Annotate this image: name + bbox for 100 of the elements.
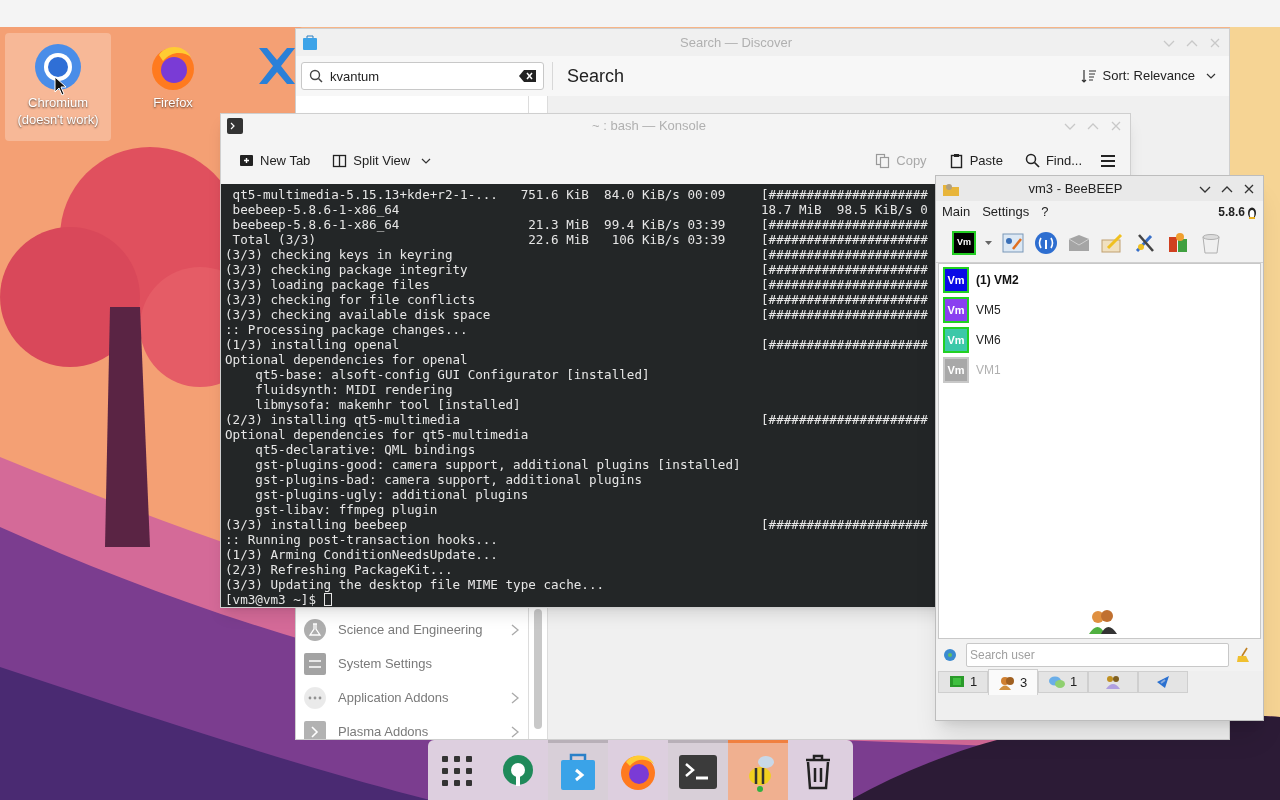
terminal-line: beebeep-5.8.6-1-x86_64 <box>231 202 400 217</box>
window-title: vm3 - BeeBEEP <box>1027 179 1124 198</box>
search-field[interactable]: kvantum <box>301 62 544 90</box>
menu-item[interactable]: Main <box>942 202 971 222</box>
browser-icon <box>34 43 82 91</box>
clear-icon[interactable] <box>519 69 537 83</box>
terminal-line: Optional dependencies for qt5-multimedia <box>225 427 529 442</box>
split-icon <box>332 153 348 169</box>
terminal-line: (3/3) checking keys in keyring <box>225 247 453 262</box>
window-title: ~ : bash — Konsole <box>591 117 707 136</box>
progress-text: [##################### <box>761 247 928 262</box>
avatar-button[interactable]: Vm <box>952 230 976 255</box>
copy-icon <box>875 153 891 169</box>
screen-icon <box>948 674 965 690</box>
terminal-line: (1/3) installing openal <box>225 337 400 352</box>
toolbar-button[interactable]: Paste <box>944 146 1007 176</box>
progress-text: 18.7 MiB 98.5 KiB/s 0 <box>761 202 928 217</box>
bag-icon <box>558 751 598 792</box>
tab[interactable] <box>1088 671 1138 693</box>
progress-text: [##################### <box>761 307 928 322</box>
broom-icon[interactable] <box>1235 647 1251 663</box>
shell-prompt: [vm3@vm3 ~]$ <box>225 592 316 607</box>
cursor-icon <box>54 76 68 96</box>
tab[interactable] <box>1138 671 1188 693</box>
clipboard-icon <box>948 153 964 169</box>
plus-box-icon <box>239 153 254 169</box>
user-avatar: Vm <box>943 357 969 383</box>
terminal-line: Optional dependencies for openal <box>225 352 468 367</box>
user-avatar: Vm <box>943 327 969 353</box>
terminal-line: gst-libav: ffmpeg plugin <box>254 502 438 517</box>
progress-text: [##################### <box>761 292 928 307</box>
terminal-line: (2/3) Refreshing PackageKit... <box>225 562 453 577</box>
category-item[interactable]: System Settings <box>296 647 528 681</box>
category-item[interactable]: Application Addons <box>296 681 528 715</box>
gear-icon[interactable] <box>942 647 958 663</box>
toolbar-button[interactable]: Split View <box>328 146 437 176</box>
user-item[interactable]: Vm VM5 <box>939 295 1260 325</box>
terminal-line: (1/3) Arming ConditionNeedsUpdate... <box>225 547 498 562</box>
bag-icon <box>302 34 318 51</box>
progress-text: [##################### <box>761 277 928 292</box>
user-avatar: Vm <box>943 297 969 323</box>
group-icon <box>1105 674 1121 690</box>
terminal-line: (3/3) installing beebeep <box>225 517 407 532</box>
flask-icon <box>304 619 326 641</box>
scrollbar-thumb[interactable] <box>534 609 542 729</box>
progress-text: [##################### <box>761 337 928 352</box>
terminal-line: (3/3) checking for file conflicts <box>225 292 476 307</box>
terminal-line: libmysofa: makemhr tool [installed] <box>254 397 521 412</box>
window-title: Search — Discover <box>679 33 793 52</box>
icon-label: Firefox <box>152 94 194 111</box>
progress-text: [##################### <box>761 517 928 532</box>
terminal-line: fluidsynth: MIDI rendering <box>254 382 453 397</box>
caret-icon <box>985 240 992 245</box>
search-icon <box>309 69 323 83</box>
progress-text: [##################### <box>761 262 928 277</box>
user-item[interactable]: Vm (1) VM2 <box>939 265 1260 295</box>
terminal-line: Total (3/3) 22.6 MiB 106 KiB/s 03:39 <box>231 232 726 247</box>
text-cursor <box>324 593 332 606</box>
sliders-icon <box>304 653 326 675</box>
toolbar-button[interactable]: New Tab <box>235 146 315 176</box>
icon-label: Chromium (doesn't work) <box>16 94 100 128</box>
speech-bubbles-icon <box>1048 674 1065 690</box>
tab[interactable]: 3 <box>988 669 1038 695</box>
category-item[interactable]: Plasma Addons <box>296 715 528 739</box>
version-label: 5.8.6 <box>1218 204 1245 221</box>
crossed-icon[interactable] <box>257 46 295 86</box>
menu-item[interactable]: Settings <box>982 202 1030 222</box>
terminal-line: :: Running post-transaction hooks... <box>225 532 498 547</box>
progress-text: [##################### <box>761 412 928 427</box>
terminal-line: (3/3) checking available disk space <box>225 307 491 322</box>
dock-item[interactable] <box>668 740 728 800</box>
search-icon <box>1024 153 1040 169</box>
terminal-line: gst-plugins-ugly: additional plugins <box>254 487 529 502</box>
user-avatar: Vm <box>943 267 969 293</box>
menu-icon[interactable] <box>1100 154 1116 168</box>
category-item[interactable]: Science and Engineering <box>296 613 528 647</box>
search-field[interactable]: Search user <box>966 643 1229 667</box>
sort-icon <box>1080 68 1097 84</box>
terminal-line: :: Processing package changes... <box>225 322 468 337</box>
terminal-line: gst-plugins-good: camera support, additional plugins [installed] <box>254 457 741 472</box>
terminal-line: beebeep-5.8.6-1-x86_64 21.3 MiB 99.4 KiB/s 03:39 <box>231 217 726 232</box>
tab[interactable]: 1 <box>1038 671 1088 693</box>
terminal-line: (3/3) loading package files <box>225 277 430 292</box>
terminal-line: (3/3) checking package integrity <box>225 262 468 277</box>
toolbar-button[interactable]: Find... <box>1020 146 1086 176</box>
terminal-line: gst-plugins-bad: camera support, additional plugins <box>254 472 642 487</box>
menu-item[interactable]: ? <box>1041 202 1049 222</box>
sort-button[interactable]: Sort: Relevance <box>1080 66 1217 86</box>
people-icon <box>998 674 1015 691</box>
terminal-line: qt5-multimedia-5.15.13+kde+r2-1-... 751.6 KiB 84.0 KiB/s 00:09 <box>231 187 726 202</box>
share-icon <box>1155 674 1171 690</box>
penguin-icon <box>1247 205 1257 219</box>
user-item[interactable]: Vm VM6 <box>939 325 1260 355</box>
dots-icon <box>304 687 326 709</box>
progress-text: [##################### <box>761 217 928 232</box>
terminal-line: (2/3) installing qt5-multimedia <box>225 412 461 427</box>
tab[interactable]: 1 <box>938 671 988 693</box>
profile-edit-icon[interactable] <box>1001 230 1025 255</box>
progress-text: [##################### <box>761 232 928 247</box>
progress-text: [##################### <box>761 187 928 202</box>
